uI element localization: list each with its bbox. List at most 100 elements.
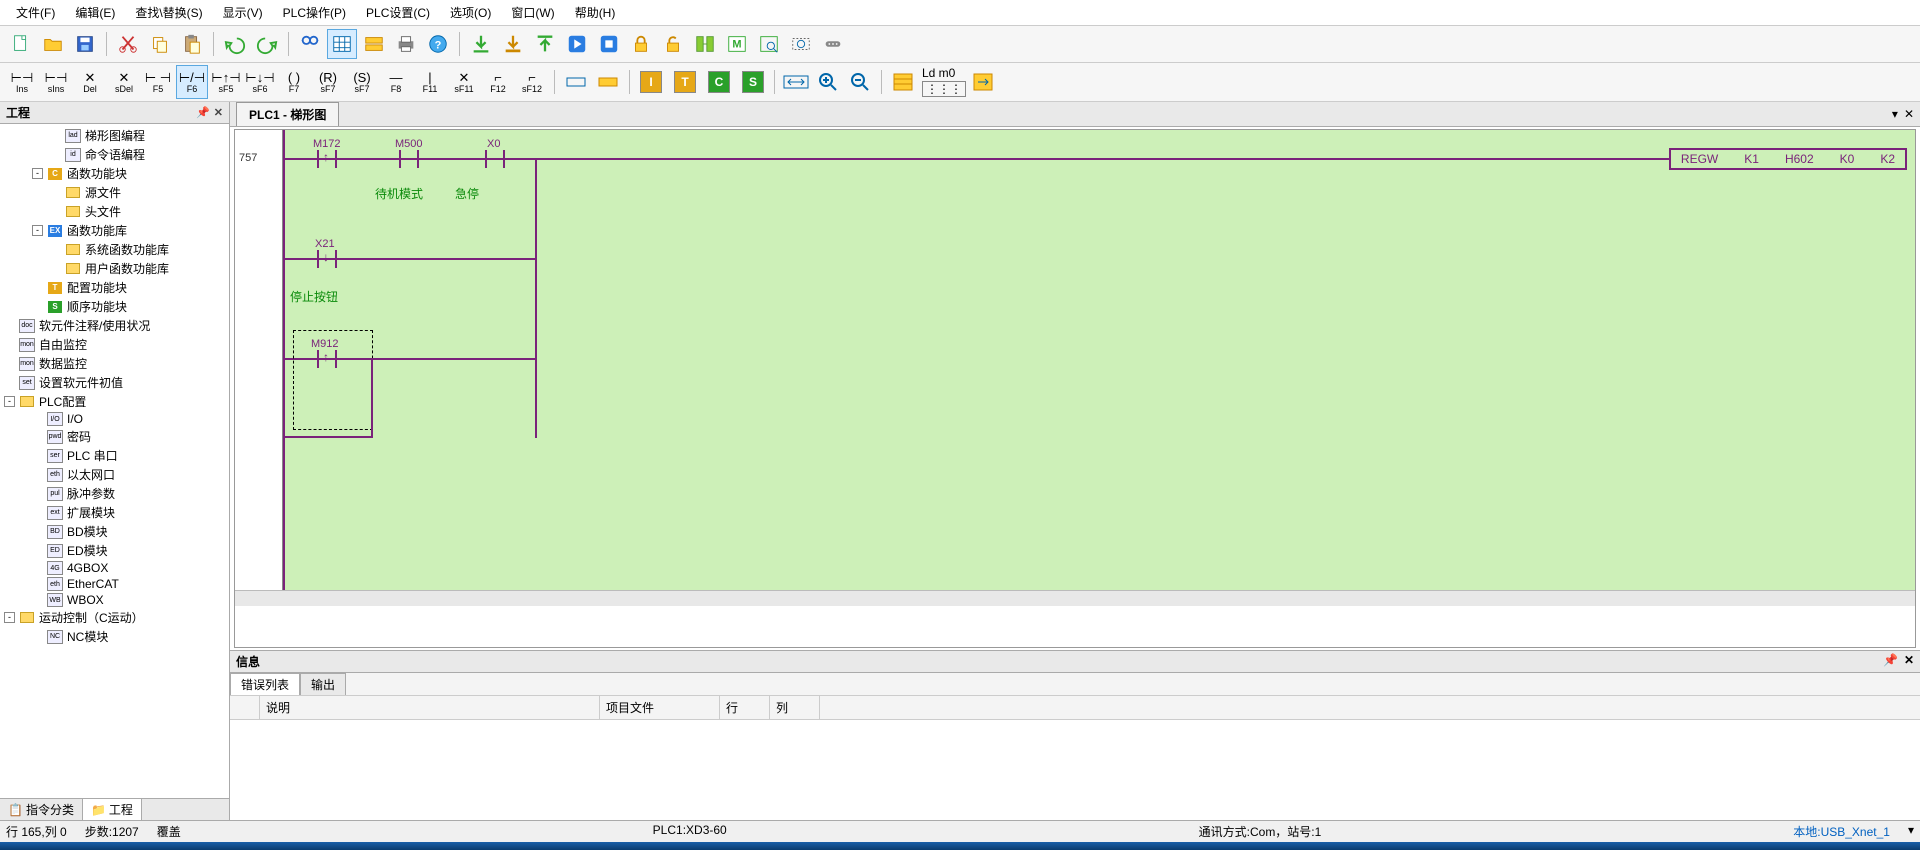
tree-item[interactable]: set设置软元件初值 <box>0 373 229 392</box>
device-icon[interactable] <box>786 29 816 59</box>
menu-options[interactable]: 选项(O) <box>440 2 501 23</box>
menu-file[interactable]: 文件(F) <box>6 2 65 23</box>
ladder-tool-icon[interactable] <box>888 67 918 97</box>
fn-btn-del[interactable]: ✕Del <box>74 65 106 99</box>
contact-x0[interactable] <box>481 149 509 169</box>
info-pin-icon[interactable]: 📌 <box>1883 653 1898 670</box>
compare-icon[interactable] <box>690 29 720 59</box>
save-icon[interactable] <box>70 29 100 59</box>
unlock-icon[interactable] <box>658 29 688 59</box>
tree-item[interactable]: mon自由监控 <box>0 335 229 354</box>
pin-icon[interactable]: 📌 <box>196 106 210 119</box>
zoom-sel-icon[interactable] <box>754 29 784 59</box>
menu-plcset[interactable]: PLC设置(C) <box>356 2 440 23</box>
tree-item[interactable]: ext扩展模块 <box>0 503 229 522</box>
toggle-view-icon[interactable] <box>359 29 389 59</box>
upload-icon[interactable] <box>530 29 560 59</box>
tree-item[interactable]: I/OI/O <box>0 411 229 427</box>
rect-fill-icon[interactable] <box>593 67 623 97</box>
tree-item[interactable]: mon数据监控 <box>0 354 229 373</box>
run-icon[interactable] <box>562 29 592 59</box>
tab-dropdown-icon[interactable]: ▾ <box>1892 107 1898 121</box>
lock-icon[interactable] <box>626 29 656 59</box>
tree-item[interactable]: BDBD模块 <box>0 522 229 541</box>
info-tab-output[interactable]: 输出 <box>300 673 346 695</box>
tree-item[interactable]: WBWBOX <box>0 592 229 608</box>
fn-btn-sf12[interactable]: ⌐sF12 <box>516 65 548 99</box>
cut-icon[interactable] <box>113 29 143 59</box>
copy-icon[interactable] <box>145 29 175 59</box>
serial-icon[interactable] <box>818 29 848 59</box>
tab-close-icon[interactable]: ✕ <box>1904 107 1914 121</box>
menu-help[interactable]: 帮助(H) <box>565 2 626 23</box>
project-tree[interactable]: lad梯形图编程id命令语编程-C函数功能块源文件头文件-EX函数功能库系统函数… <box>0 124 229 798</box>
menu-window[interactable]: 窗口(W) <box>501 2 564 23</box>
fn-btn-ins[interactable]: ⊢⊣Ins <box>6 65 38 99</box>
status-local[interactable]: 本地:USB_Xnet_1 <box>1793 823 1890 840</box>
status-dropdown-icon[interactable]: ▾ <box>1908 823 1914 840</box>
fn-btn-sf7[interactable]: (S)sF7 <box>346 65 378 99</box>
tree-item[interactable]: EDED模块 <box>0 541 229 560</box>
tree-item[interactable]: id命令语编程 <box>0 145 229 164</box>
close-icon[interactable]: ✕ <box>214 106 223 119</box>
tree-item[interactable]: T配置功能块 <box>0 278 229 297</box>
tree-item[interactable]: -PLC配置 <box>0 392 229 411</box>
tree-item[interactable]: lad梯形图编程 <box>0 126 229 145</box>
stop-icon[interactable] <box>594 29 624 59</box>
tree-item[interactable]: 4G4GBOX <box>0 560 229 576</box>
hscroll-fit-icon[interactable] <box>781 67 811 97</box>
expander-icon[interactable]: - <box>4 396 15 407</box>
fn-btn-sf6[interactable]: ⊢↓⊣sF6 <box>244 65 276 99</box>
undo-icon[interactable] <box>220 29 250 59</box>
redo-icon[interactable] <box>252 29 282 59</box>
letter-btn-i[interactable]: I <box>636 67 666 97</box>
info-body[interactable] <box>230 720 1920 820</box>
letter-btn-t[interactable]: T <box>670 67 700 97</box>
tree-item[interactable]: 源文件 <box>0 183 229 202</box>
tree-item[interactable]: eth以太网口 <box>0 465 229 484</box>
tree-item[interactable]: 系统函数功能库 <box>0 240 229 259</box>
fn-btn-f8[interactable]: —F8 <box>380 65 412 99</box>
menu-edit[interactable]: 编辑(E) <box>65 2 125 23</box>
open-icon[interactable] <box>38 29 68 59</box>
tree-item[interactable]: pwd密码 <box>0 427 229 446</box>
fn-btn-sf7[interactable]: (R)sF7 <box>312 65 344 99</box>
m-table-icon[interactable]: M <box>722 29 752 59</box>
ladder-mode-icon[interactable] <box>327 29 357 59</box>
fn-btn-sf5[interactable]: ⊢↑⊣sF5 <box>210 65 242 99</box>
tree-item[interactable]: doc软元件注释/使用状况 <box>0 316 229 335</box>
ladder-editor[interactable]: 757 M172 ↑ M500 X0 待机模式 急停 <box>234 129 1916 648</box>
tree-item[interactable]: S顺序功能块 <box>0 297 229 316</box>
find-icon[interactable] <box>295 29 325 59</box>
zoom-out-icon[interactable] <box>845 67 875 97</box>
fn-btn-f12[interactable]: ⌐F12 <box>482 65 514 99</box>
fn-btn-f5[interactable]: ⊢ ⊣F5 <box>142 65 174 99</box>
help-icon[interactable]: ? <box>423 29 453 59</box>
rect-tool-icon[interactable] <box>561 67 591 97</box>
fn-btn-f6[interactable]: ⊢/⊣F6 <box>176 65 208 99</box>
convert-icon[interactable] <box>968 67 998 97</box>
fn-btn-f11[interactable]: |F11 <box>414 65 446 99</box>
expander-icon[interactable]: - <box>32 168 43 179</box>
tree-item[interactable]: -EX函数功能库 <box>0 221 229 240</box>
menu-find[interactable]: 查找\替换(S) <box>125 2 212 23</box>
fn-btn-f7[interactable]: ( )F7 <box>278 65 310 99</box>
tree-item[interactable]: -C函数功能块 <box>0 164 229 183</box>
fn-btn-sf11[interactable]: ✕sF11 <box>448 65 480 99</box>
expander-icon[interactable]: - <box>32 225 43 236</box>
tree-item[interactable]: ethEtherCAT <box>0 576 229 592</box>
tree-item[interactable]: pul脉冲参数 <box>0 484 229 503</box>
tree-item[interactable]: serPLC 串口 <box>0 446 229 465</box>
info-close-icon[interactable]: ✕ <box>1904 653 1914 670</box>
print-icon[interactable] <box>391 29 421 59</box>
letter-btn-c[interactable]: C <box>704 67 734 97</box>
expander-icon[interactable]: - <box>4 612 15 623</box>
output-instruction[interactable]: REGW K1 H602 K0 K2 <box>1669 148 1907 170</box>
tree-item[interactable]: NCNC模块 <box>0 627 229 646</box>
hscrollbar[interactable] <box>235 590 1915 606</box>
menu-view[interactable]: 显示(V) <box>213 2 273 23</box>
zoom-in-icon[interactable] <box>813 67 843 97</box>
sidebar-tab-cmd[interactable]: 📋指令分类 <box>0 799 83 820</box>
fn-btn-sins[interactable]: ⊢⊣sIns <box>40 65 72 99</box>
letter-btn-s[interactable]: S <box>738 67 768 97</box>
